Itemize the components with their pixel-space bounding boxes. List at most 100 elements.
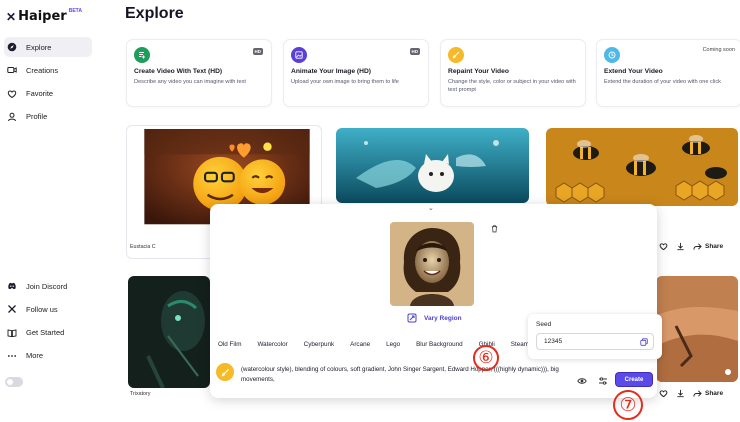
beta-badge: BETA bbox=[68, 7, 82, 14]
style-chip-watercolor[interactable]: Watercolor bbox=[257, 341, 294, 348]
coming-soon-label: Coming soon bbox=[702, 47, 735, 53]
feature-title: Extend Your Video bbox=[604, 68, 663, 75]
x-icon bbox=[7, 304, 17, 314]
brush-icon bbox=[448, 47, 464, 63]
bees-thumbnail bbox=[546, 128, 738, 206]
sidebar-item-follow[interactable]: Follow us bbox=[4, 299, 92, 319]
style-chip-lego[interactable]: Lego bbox=[386, 341, 407, 348]
feature-title: Create Video With Text (HD) bbox=[134, 68, 223, 75]
haiper-logo-icon: ✕ bbox=[6, 9, 17, 24]
vary-region-button[interactable]: Vary Region bbox=[407, 313, 462, 323]
feature-desc: Change the style, color or subject in yo… bbox=[448, 79, 576, 94]
hd-badge: HD bbox=[252, 48, 263, 55]
style-chip-arcane[interactable]: Arcane bbox=[350, 341, 377, 348]
hd-badge: HD bbox=[409, 48, 420, 55]
sidebar-item-label: Favorite bbox=[26, 89, 54, 99]
source-image-preview[interactable] bbox=[390, 222, 474, 306]
brand-name: Haiper bbox=[18, 9, 67, 24]
trash-icon[interactable] bbox=[490, 224, 499, 233]
feature-desc: Describe any video you can imagine with … bbox=[134, 79, 246, 85]
dark-thumbnail bbox=[128, 276, 210, 388]
feature-title: Repaint Your Video bbox=[448, 68, 509, 75]
vary-region-label: Vary Region bbox=[424, 314, 462, 322]
text-video-icon bbox=[134, 47, 150, 63]
gallery-card-bees[interactable] bbox=[546, 128, 738, 206]
gallery-card-fairy[interactable] bbox=[336, 128, 529, 203]
step-annotation-7: ⑦ bbox=[613, 390, 643, 420]
compass-icon bbox=[7, 42, 17, 52]
desert-thumbnail bbox=[656, 276, 738, 382]
sidebar: ✕ Haiper BETA Explore Creations Favorite… bbox=[0, 0, 112, 422]
share-icon bbox=[693, 390, 702, 397]
brush-icon bbox=[216, 363, 234, 381]
sidebar-item-get-started[interactable]: Get Started bbox=[4, 323, 92, 343]
share-label: Share bbox=[705, 243, 724, 250]
repaint-modal: ⌄ Vary Region Old Film Watercolor Cyberp… bbox=[210, 204, 657, 398]
card-actions-bottom: Share bbox=[659, 389, 723, 398]
logo[interactable]: ✕ Haiper BETA bbox=[6, 7, 82, 25]
card-actions-top: Share bbox=[659, 242, 723, 251]
creator-name[interactable]: Trixatory bbox=[130, 391, 150, 397]
copy-icon[interactable] bbox=[640, 338, 648, 346]
heart-icon bbox=[7, 89, 17, 99]
heart-icon[interactable] bbox=[659, 242, 668, 251]
step-annotation-6: ⑥ bbox=[473, 345, 499, 371]
clock-icon bbox=[604, 47, 620, 63]
sidebar-item-label: Join Discord bbox=[26, 281, 68, 291]
feature-card-animate-image[interactable]: HD Animate Your Image (HD) Upload your o… bbox=[283, 39, 429, 107]
style-chip-cyberpunk[interactable]: Cyberpunk bbox=[304, 341, 341, 348]
sidebar-item-discord[interactable]: Join Discord bbox=[4, 276, 92, 296]
page-title: Explore bbox=[125, 5, 184, 22]
eye-icon[interactable] bbox=[577, 376, 587, 386]
feature-desc: Extend the duration of your video with o… bbox=[604, 79, 721, 85]
video-icon bbox=[7, 65, 17, 75]
discord-icon bbox=[7, 281, 17, 291]
create-button[interactable]: Create bbox=[615, 372, 653, 387]
bottom-nav: Join Discord Follow us Get Started More bbox=[4, 276, 92, 369]
sidebar-item-label: Follow us bbox=[26, 304, 58, 314]
style-chip-blur-background[interactable]: Blur Background bbox=[416, 341, 470, 348]
app-root: ✕ Haiper BETA Explore Creations Favorite… bbox=[0, 0, 740, 422]
more-icon bbox=[7, 351, 17, 361]
portrait-image bbox=[390, 222, 474, 306]
sidebar-item-profile[interactable]: Profile bbox=[4, 107, 92, 127]
share-button[interactable]: Share bbox=[693, 242, 723, 251]
feature-title: Animate Your Image (HD) bbox=[291, 68, 372, 75]
download-icon[interactable] bbox=[676, 389, 685, 398]
style-chip-list: Old Film Watercolor Cyberpunk Arcane Leg… bbox=[218, 341, 559, 348]
feature-card-text-video[interactable]: HD Create Video With Text (HD) Describe … bbox=[126, 39, 272, 107]
seed-input[interactable]: 12345 bbox=[536, 333, 654, 350]
main-nav: Explore Creations Favorite Profile bbox=[4, 37, 92, 130]
vary-region-icon bbox=[407, 313, 417, 323]
share-label: Share bbox=[705, 390, 724, 397]
sidebar-item-label: Profile bbox=[26, 112, 48, 122]
book-icon bbox=[7, 328, 17, 338]
creator-name[interactable]: Eustacia C bbox=[130, 244, 156, 250]
theme-toggle[interactable] bbox=[5, 377, 23, 387]
prompt-input[interactable]: (watercolour style), blending of colours… bbox=[241, 365, 561, 384]
sidebar-item-label: Creations bbox=[26, 65, 59, 75]
sidebar-item-label: Get Started bbox=[26, 328, 65, 338]
sidebar-item-creations[interactable]: Creations bbox=[4, 60, 92, 80]
sidebar-item-more[interactable]: More bbox=[4, 346, 92, 366]
sidebar-item-favorite[interactable]: Favorite bbox=[4, 84, 92, 104]
download-icon[interactable] bbox=[676, 242, 685, 251]
heart-icon[interactable] bbox=[659, 389, 668, 398]
gallery-card-desert[interactable] bbox=[656, 276, 738, 382]
share-icon bbox=[693, 243, 702, 250]
feature-card-extend-video[interactable]: Coming soon Extend Your Video Extend the… bbox=[596, 39, 740, 107]
collapse-chevron-icon[interactable]: ⌄ bbox=[428, 204, 434, 212]
gallery-card-dark[interactable] bbox=[128, 276, 210, 388]
sidebar-item-label: Explore bbox=[26, 42, 52, 52]
fairy-thumbnail bbox=[336, 128, 529, 203]
sidebar-item-label: More bbox=[26, 351, 44, 361]
seed-label: Seed bbox=[536, 321, 552, 328]
settings-sliders-icon[interactable] bbox=[598, 376, 608, 386]
feature-card-repaint-video[interactable]: Repaint Your Video Change the style, col… bbox=[440, 39, 586, 107]
style-chip-old-film[interactable]: Old Film bbox=[218, 341, 248, 348]
share-button[interactable]: Share bbox=[693, 389, 723, 398]
sidebar-item-explore[interactable]: Explore bbox=[4, 37, 92, 57]
user-icon bbox=[7, 112, 17, 122]
image-icon bbox=[291, 47, 307, 63]
feature-desc: Upload your own image to bring them to l… bbox=[291, 79, 399, 85]
